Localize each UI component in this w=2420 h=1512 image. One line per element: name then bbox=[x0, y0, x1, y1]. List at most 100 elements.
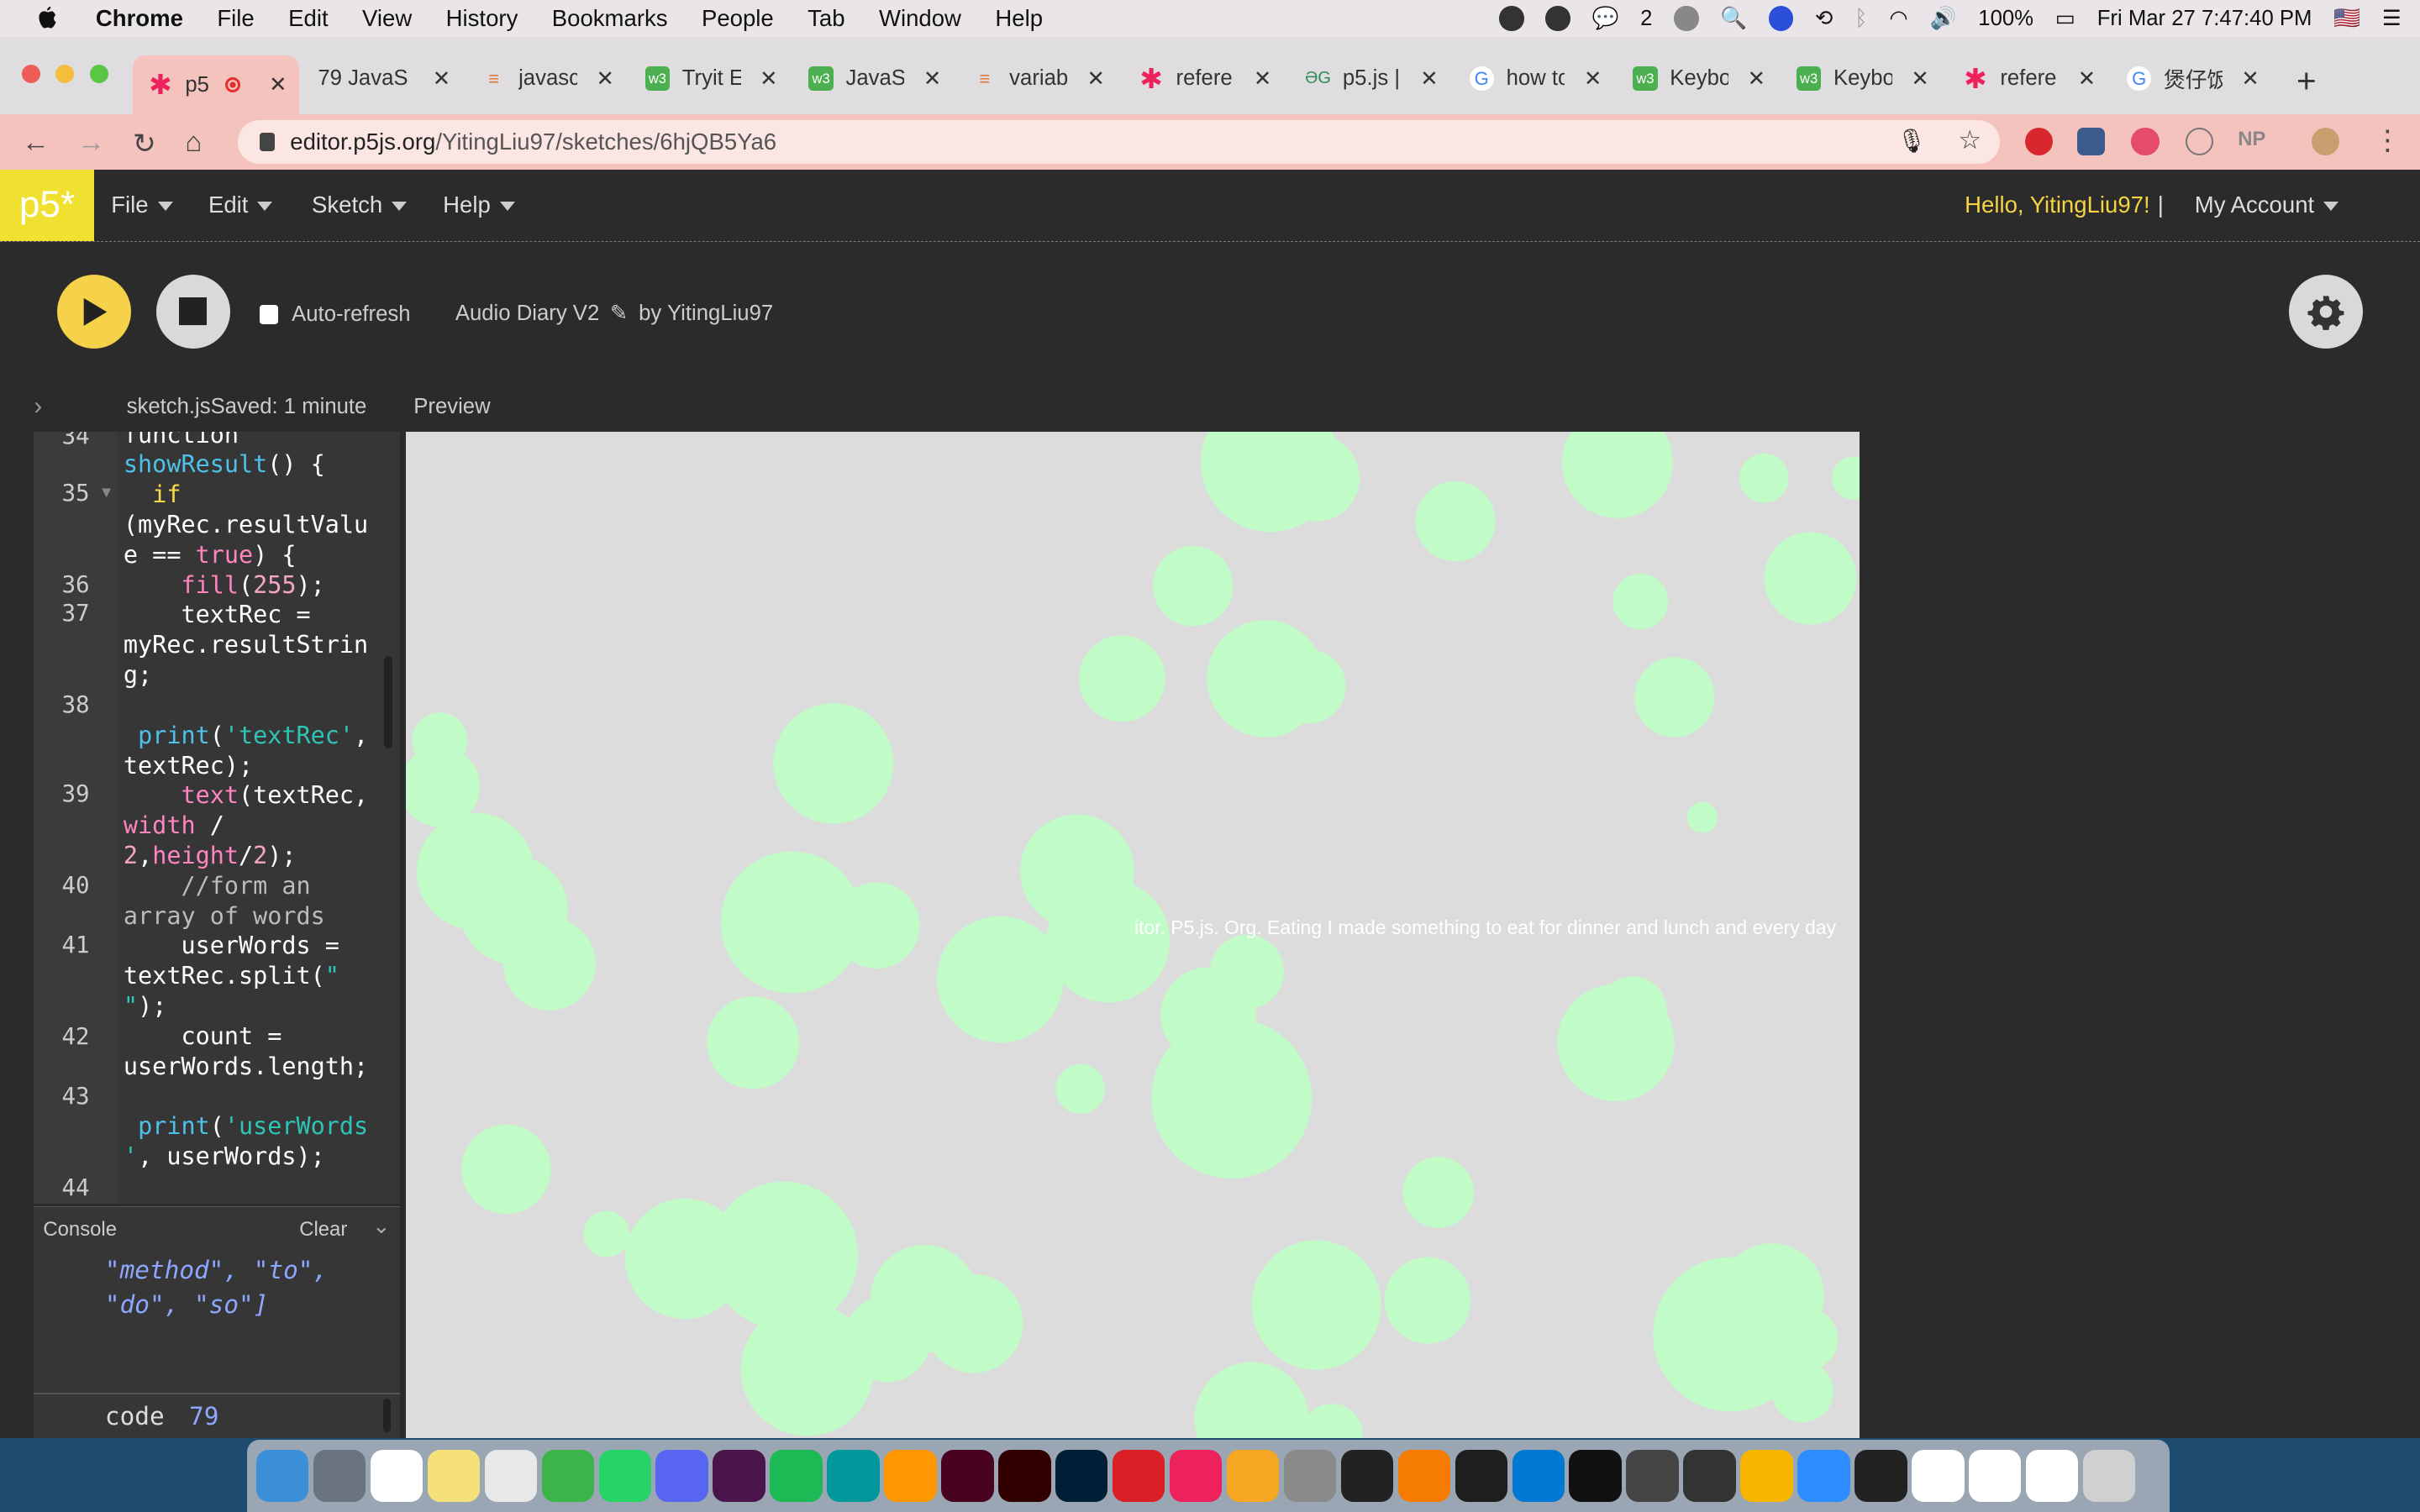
books-dock-icon[interactable] bbox=[1397, 1449, 1451, 1503]
p5-menu-help[interactable]: Help bbox=[443, 192, 515, 218]
menu-edit[interactable]: Edit bbox=[288, 5, 328, 32]
close-tab-icon[interactable]: ✕ bbox=[269, 72, 287, 97]
globe-icon[interactable] bbox=[1674, 6, 1699, 31]
tab[interactable]: G 煲仔饭 ✕ bbox=[2112, 55, 2272, 102]
unity-hub-dock-icon[interactable] bbox=[1683, 1449, 1736, 1503]
code-lines[interactable]: function showResult() { if (myRec.result… bbox=[124, 432, 395, 1172]
back-icon[interactable]: ← bbox=[22, 127, 50, 159]
creative-cloud-dock-icon[interactable] bbox=[1112, 1449, 1165, 1503]
zoom-dock-icon[interactable] bbox=[1797, 1449, 1850, 1503]
fold-arrow-icon[interactable]: ▼ bbox=[99, 483, 114, 501]
siri-icon[interactable] bbox=[1768, 6, 1794, 31]
close-tab-icon[interactable]: ✕ bbox=[1087, 66, 1106, 92]
vs-code-dock-icon[interactable] bbox=[1512, 1449, 1565, 1503]
calendar-dock-icon[interactable] bbox=[370, 1449, 424, 1503]
whatsapp-dock-icon[interactable] bbox=[598, 1449, 651, 1503]
chrome-menu-icon[interactable]: ⋮ bbox=[2374, 123, 2402, 157]
menu-bookmarks[interactable]: Bookmarks bbox=[552, 5, 668, 32]
menu-people[interactable]: People bbox=[702, 5, 774, 32]
close-tab-icon[interactable]: ✕ bbox=[1584, 66, 1602, 92]
auto-refresh-toggle[interactable]: Auto-refresh bbox=[259, 302, 411, 327]
close-tab-icon[interactable]: ✕ bbox=[760, 66, 778, 92]
console-prompt[interactable]: code 79 bbox=[105, 1402, 219, 1431]
docs-dock-icon[interactable] bbox=[2025, 1449, 2079, 1503]
tab[interactable]: 79 JavaS ✕ bbox=[302, 55, 463, 102]
wechat-dock-icon[interactable] bbox=[541, 1449, 594, 1503]
unity-dock-icon[interactable] bbox=[1854, 1449, 1907, 1503]
minimize-window-button[interactable] bbox=[55, 65, 75, 84]
sketch-preview-canvas[interactable]: itor. P5.js. Org. Eating I made somethin… bbox=[406, 432, 1860, 1438]
reload-icon[interactable]: ↻ bbox=[133, 127, 156, 160]
menu-list-icon[interactable]: ☰ bbox=[2382, 6, 2402, 31]
close-tab-icon[interactable]: ✕ bbox=[1254, 66, 1272, 92]
console-scrollbar[interactable] bbox=[382, 1399, 391, 1433]
close-tab-icon[interactable]: ✕ bbox=[923, 66, 942, 92]
p5-logo[interactable]: p5* bbox=[0, 170, 95, 241]
close-tab-icon[interactable]: ✕ bbox=[2078, 66, 2096, 92]
p5-dock-icon[interactable] bbox=[1169, 1449, 1223, 1503]
sketch-dock-icon[interactable] bbox=[1740, 1449, 1793, 1503]
chrome-dock-icon[interactable] bbox=[484, 1449, 538, 1503]
sketch-title[interactable]: Audio Diary V2 ✎ by YitingLiu97 bbox=[455, 301, 773, 326]
new-tab-button[interactable]: + bbox=[2296, 61, 2317, 101]
slack-dock-icon[interactable] bbox=[713, 1449, 765, 1503]
tab[interactable]: ✱ refere ✕ bbox=[1948, 55, 2108, 102]
menu-help[interactable]: Help bbox=[995, 5, 1043, 32]
photoshop-dock-icon[interactable] bbox=[1055, 1449, 1108, 1503]
terminal-dock-icon[interactable] bbox=[1569, 1449, 1622, 1503]
volume-icon[interactable]: 🔊 bbox=[1930, 6, 1957, 31]
tab[interactable]: ƏG p5.js | ✕ bbox=[1290, 55, 1450, 102]
tab[interactable]: ✱ refere ✕ bbox=[1123, 55, 1284, 102]
tab[interactable]: ≡ variab ✕ bbox=[957, 55, 1118, 102]
bluetooth-icon[interactable]: ᛒ bbox=[1854, 7, 1867, 31]
terminal-dock-icon[interactable] bbox=[1340, 1449, 1394, 1503]
search-icon[interactable]: 🔍 bbox=[1720, 6, 1747, 31]
profile-avatar[interactable] bbox=[2312, 128, 2340, 156]
tab[interactable]: w3 JavaS ✕ bbox=[793, 55, 954, 102]
creative-cloud-icon[interactable] bbox=[1545, 6, 1570, 31]
launchpad-dock-icon[interactable] bbox=[313, 1449, 366, 1503]
menu-file[interactable]: File bbox=[217, 5, 254, 32]
address-bar[interactable]: editor.p5js.org/YitingLiu97/sketches/6hj… bbox=[237, 120, 2001, 164]
tab[interactable]: w3 Keybo ✕ bbox=[1781, 55, 1942, 102]
docs-dock-icon[interactable] bbox=[1969, 1449, 2022, 1503]
notes-dock-icon[interactable] bbox=[427, 1449, 481, 1503]
discord-dock-icon[interactable] bbox=[655, 1449, 708, 1503]
tab-p5-active[interactable]: ✱ p5 ✕ bbox=[132, 55, 300, 114]
close-window-button[interactable] bbox=[21, 65, 40, 84]
auto-refresh-checkbox[interactable] bbox=[259, 305, 278, 324]
my-account-menu[interactable]: My Account bbox=[2195, 192, 2339, 218]
close-tab-icon[interactable]: ✕ bbox=[433, 66, 451, 92]
extension-icon[interactable] bbox=[2077, 128, 2106, 156]
finder-dock-icon[interactable] bbox=[255, 1449, 309, 1503]
p5-menu-edit[interactable]: Edit bbox=[208, 192, 273, 218]
arduino-dock-icon[interactable] bbox=[827, 1449, 880, 1503]
live-dock-icon[interactable] bbox=[1283, 1449, 1337, 1503]
menu-tab[interactable]: Tab bbox=[808, 5, 844, 32]
wifi-icon[interactable]: ◠ bbox=[1889, 6, 1907, 31]
p5-menu-sketch[interactable]: Sketch bbox=[312, 192, 408, 218]
settings-button[interactable] bbox=[2288, 274, 2363, 349]
code-editor[interactable]: 34 35 ▼ 36 37 38 39 40 41 42 43 44 funct… bbox=[34, 432, 400, 1204]
file-tab[interactable]: sketch.jsSaved: 1 minute ago bbox=[127, 395, 381, 421]
close-tab-icon[interactable]: ✕ bbox=[596, 66, 614, 92]
menu-history[interactable]: History bbox=[446, 5, 518, 32]
docs-dock-icon[interactable] bbox=[1912, 1449, 1965, 1503]
microphone-icon[interactable]: 🎙 bbox=[1897, 127, 1926, 155]
close-tab-icon[interactable]: ✕ bbox=[1748, 66, 1766, 92]
trash-dock-icon[interactable] bbox=[2082, 1449, 2136, 1503]
lock-icon[interactable] bbox=[259, 132, 275, 151]
sublime-dock-icon[interactable] bbox=[884, 1449, 937, 1503]
menu-window[interactable]: Window bbox=[879, 5, 961, 32]
figma-dock-icon[interactable] bbox=[1455, 1449, 1507, 1503]
forward-icon[interactable]: → bbox=[77, 127, 105, 159]
wechat-icon[interactable]: 💬 bbox=[1591, 6, 1618, 31]
sidebar-toggle-icon[interactable]: › bbox=[34, 392, 42, 421]
adblock-icon[interactable] bbox=[2024, 128, 2053, 156]
close-tab-icon[interactable]: ✕ bbox=[1911, 66, 1929, 92]
tab[interactable]: Ghow to ✕ bbox=[1454, 55, 1614, 102]
sketch-author[interactable]: by YitingLiu97 bbox=[639, 302, 773, 325]
home-icon[interactable]: ⌂ bbox=[185, 127, 202, 159]
clock[interactable]: Fri Mar 27 7:47:40 PM bbox=[2097, 7, 2312, 31]
tab[interactable]: ≡ javasc ✕ bbox=[466, 55, 627, 102]
